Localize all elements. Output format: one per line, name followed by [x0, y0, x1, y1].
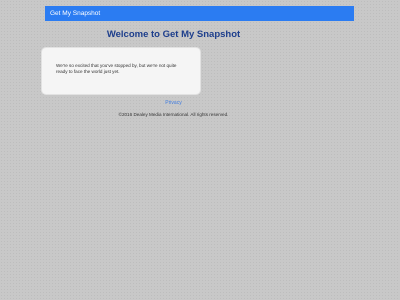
brand-link[interactable]: Get My Snapshot: [50, 10, 100, 17]
copyright-text: ©2016 Dealey Media International. All ri…: [118, 112, 229, 117]
top-navbar: Get My Snapshot: [45, 6, 354, 21]
welcome-message: We're so excited that you've stopped by,…: [56, 63, 177, 75]
welcome-card: We're so excited that you've stopped by,…: [42, 48, 200, 94]
page-title: Welcome to Get My Snapshot: [106, 29, 241, 40]
privacy-link[interactable]: Privacy: [0, 100, 347, 106]
